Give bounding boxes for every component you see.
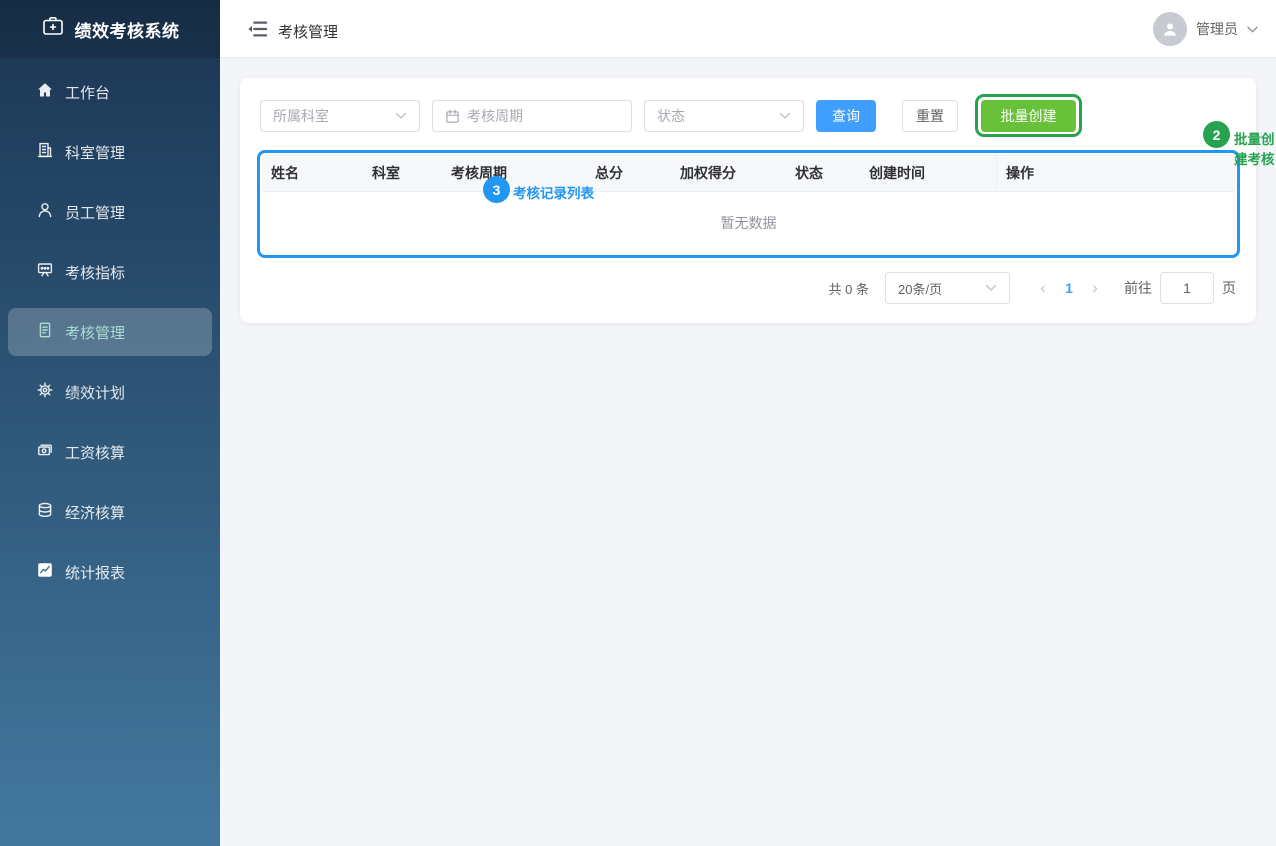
goto-page-input[interactable]	[1160, 272, 1214, 304]
building-icon	[36, 141, 54, 163]
column-header-created-at: 创建时间	[860, 163, 996, 183]
annotation-label-record-list: 考核记录列表	[513, 182, 594, 202]
department-select-placeholder: 所属科室	[273, 106, 329, 126]
sidebar-item-label: 绩效计划	[65, 382, 125, 403]
status-select-placeholder: 状态	[657, 106, 685, 126]
logo: 绩效考核系统	[0, 0, 220, 58]
sidebar-item-performance-plan[interactable]: 绩效计划	[8, 368, 212, 416]
user-icon	[36, 201, 54, 223]
assessment-table: 姓名 科室 考核周期 总分 加权得分 状态 创建时间 操作 暂无数据	[262, 155, 1235, 253]
sidebar-menu: 工作台 科室管理 员工管理 考核指标	[0, 58, 220, 596]
chevron-down-icon	[1247, 20, 1258, 38]
sidebar-item-indicators[interactable]: 考核指标	[8, 248, 212, 296]
main-content: 所属科室 考核周期 状态 查询 重置 批量创建	[220, 58, 1276, 846]
chevron-down-icon	[779, 112, 791, 120]
period-placeholder: 考核周期	[467, 106, 523, 126]
current-page[interactable]: 1	[1054, 280, 1084, 296]
sidebar-item-label: 科室管理	[65, 142, 125, 163]
first-aid-kit-icon	[41, 15, 65, 44]
sidebar: 绩效考核系统 工作台 科室管理 员工管理	[0, 0, 220, 846]
calendar-icon	[445, 109, 460, 124]
sidebar-item-label: 统计报表	[65, 562, 125, 583]
sidebar-item-departments[interactable]: 科室管理	[8, 128, 212, 176]
next-page-button[interactable]: ›	[1084, 273, 1106, 303]
sidebar-item-salary[interactable]: 工资核算	[8, 428, 212, 476]
document-icon	[36, 321, 54, 343]
column-header-name: 姓名	[262, 163, 363, 183]
annotation-badge-3: 3	[483, 176, 510, 203]
page-size-value: 20条/页	[898, 279, 942, 298]
column-header-department: 科室	[363, 163, 442, 183]
reset-button[interactable]: 重置	[902, 100, 958, 132]
column-header-actions-label: 操作	[1006, 163, 1034, 183]
sidebar-item-workbench[interactable]: 工作台	[8, 68, 212, 116]
column-header-total-score: 总分	[586, 163, 671, 183]
column-header-weighted-score: 加权得分	[671, 163, 786, 183]
goto-label: 前往	[1124, 278, 1152, 298]
sidebar-item-employees[interactable]: 员工管理	[8, 188, 212, 236]
sidebar-item-assessments[interactable]: 考核管理	[8, 308, 212, 356]
sidebar-item-economics[interactable]: 经济核算	[8, 488, 212, 536]
annotation-ring-table: 姓名 科室 考核周期 总分 加权得分 状态 创建时间 操作 暂无数据	[257, 150, 1240, 258]
sidebar-item-reports[interactable]: 统计报表	[8, 548, 212, 596]
sidebar-item-label: 考核指标	[65, 262, 125, 283]
board-icon	[36, 261, 54, 283]
department-select[interactable]: 所属科室	[260, 100, 420, 132]
database-icon	[36, 501, 54, 523]
assessment-card: 所属科室 考核周期 状态 查询 重置 批量创建	[240, 78, 1256, 323]
annotation-label-batch-create: 批量创建考核	[1234, 128, 1276, 168]
column-header-status: 状态	[786, 163, 860, 183]
annotation-ring-batch-create: 批量创建	[975, 94, 1082, 137]
filter-bar: 所属科室 考核周期 状态 查询 重置	[260, 100, 958, 132]
sidebar-item-label: 员工管理	[65, 202, 125, 223]
pagination: 共 0 条 20条/页 ‹ 1 › 前往 页	[829, 272, 1236, 304]
sidebar-item-label: 经济核算	[65, 502, 125, 523]
table-empty-state: 暂无数据	[262, 192, 1235, 253]
sidebar-item-label: 工资核算	[65, 442, 125, 463]
table-header-row: 姓名 科室 考核周期 总分 加权得分 状态 创建时间 操作	[262, 155, 1235, 192]
chevron-down-icon	[985, 284, 997, 292]
chart-icon	[36, 561, 54, 583]
search-button[interactable]: 查询	[816, 100, 876, 132]
home-icon	[36, 81, 54, 103]
sidebar-fold-icon[interactable]	[246, 19, 268, 39]
chevron-down-icon	[395, 112, 407, 120]
app-title: 绩效考核系统	[75, 17, 180, 42]
breadcrumb: 考核管理	[278, 21, 338, 42]
prev-page-button[interactable]: ‹	[1032, 273, 1054, 303]
avatar	[1153, 12, 1187, 46]
topbar: 考核管理 管理员	[220, 0, 1276, 58]
money-icon	[36, 441, 54, 463]
page-unit-label: 页	[1222, 278, 1236, 298]
gear-icon	[36, 381, 54, 403]
batch-create-button[interactable]: 批量创建	[981, 100, 1076, 132]
sidebar-item-label: 考核管理	[65, 322, 125, 343]
user-name: 管理员	[1196, 19, 1238, 39]
column-header-actions: 操作	[996, 155, 1235, 191]
page-size-select[interactable]: 20条/页	[885, 272, 1010, 304]
sidebar-item-label: 工作台	[65, 82, 110, 103]
pagination-total: 共 0 条	[829, 279, 869, 298]
column-header-period: 考核周期	[442, 163, 586, 183]
user-menu[interactable]: 管理员	[1153, 12, 1258, 46]
status-select[interactable]: 状态	[644, 100, 804, 132]
period-date-input[interactable]: 考核周期	[432, 100, 632, 132]
annotation-badge-2: 2	[1203, 121, 1230, 148]
